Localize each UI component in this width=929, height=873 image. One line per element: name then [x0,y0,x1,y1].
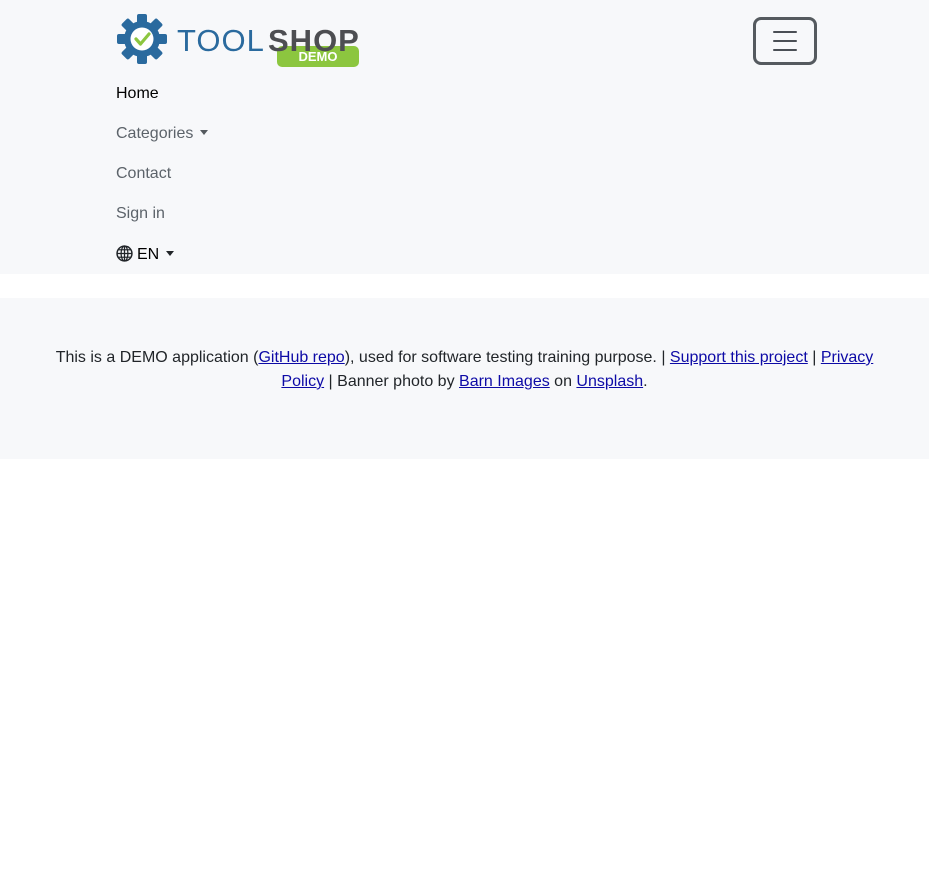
unsplash-link[interactable]: Unsplash [576,373,643,390]
footer-text: This is a DEMO application (GitHub repo)… [40,346,889,394]
footer-text-5: on [549,373,577,390]
navbar: TOOL SHOP DEMO Home Categories Contact S… [0,0,929,274]
language-dropdown[interactable]: EN [116,241,175,269]
footer-text-2: ), used for software testing training pu… [344,349,670,366]
toolshop-logo-graphic: TOOL SHOP DEMO [117,14,359,67]
chevron-down-icon [166,251,175,256]
nav-categories-label: Categories [116,125,194,142]
nav-sign-in-link[interactable]: Sign in [116,200,165,228]
logo-demo-badge: DEMO [299,49,338,64]
globe-icon [116,245,133,262]
footer-text-1: This is a DEMO application ( [55,349,259,366]
footer-text-3: | [807,349,821,366]
logo-brand-left: TOOL [177,23,265,58]
chevron-down-icon [200,130,209,135]
gear-icon [117,14,167,64]
toolshop-logo[interactable]: TOOL SHOP DEMO [116,13,362,69]
menu-toggle-button[interactable] [753,17,817,65]
footer-text-4: | Banner photo by [324,373,460,390]
language-label: EN [137,246,160,263]
footer: This is a DEMO application (GitHub repo)… [0,298,929,459]
barn-images-link[interactable]: Barn Images [459,373,550,390]
nav-categories-dropdown[interactable]: Categories [116,120,209,148]
github-repo-link[interactable]: GitHub repo [258,349,344,366]
nav-contact-link[interactable]: Contact [116,160,171,188]
nav-home-link[interactable]: Home [116,80,159,108]
footer-text-6: . [643,373,648,390]
support-project-link[interactable]: Support this project [670,349,808,366]
